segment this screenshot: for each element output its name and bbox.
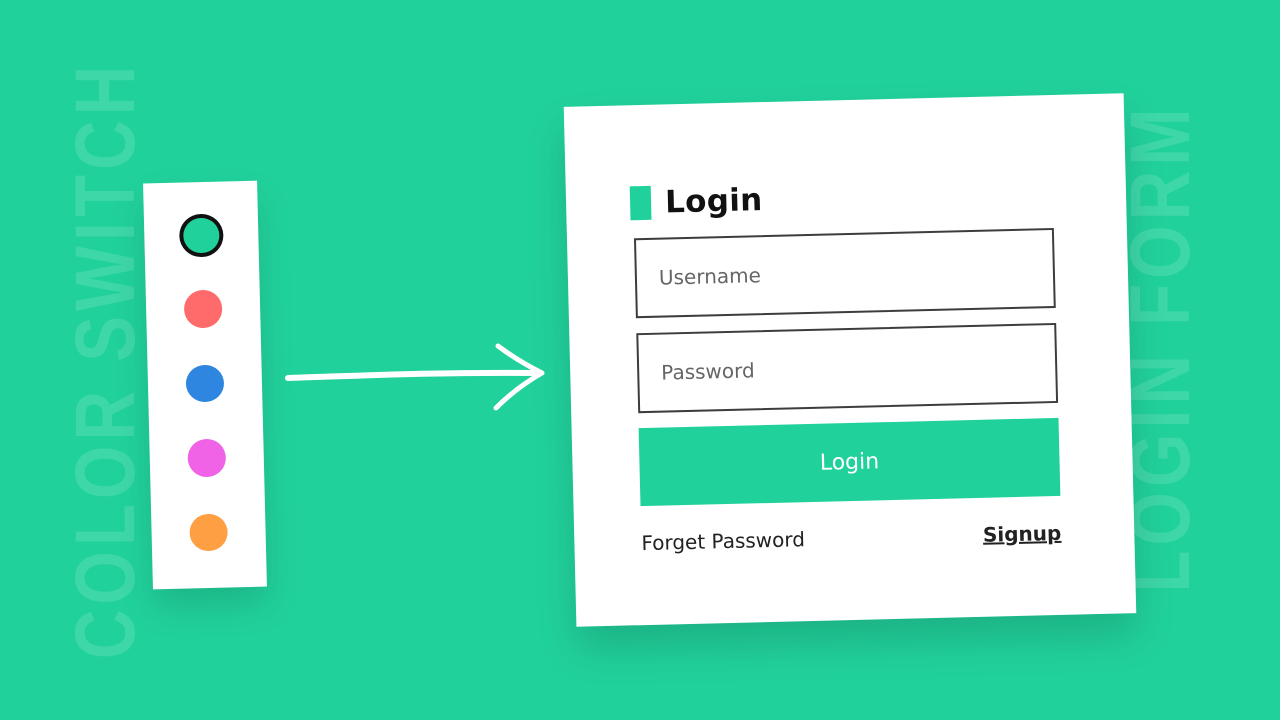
signup-link[interactable]: Signup bbox=[983, 521, 1062, 547]
swatch-green[interactable] bbox=[178, 213, 224, 258]
swatch-pink[interactable] bbox=[187, 438, 227, 478]
form-links: Forget Password Signup bbox=[641, 521, 1061, 555]
title-accent-bar bbox=[629, 185, 652, 221]
arrow-icon bbox=[285, 343, 545, 411]
swatch-red[interactable] bbox=[183, 289, 223, 329]
login-card: Login Login Forget Password Signup bbox=[563, 93, 1137, 627]
login-header: Login bbox=[629, 182, 763, 221]
username-field-wrapper bbox=[633, 227, 1056, 319]
username-input[interactable] bbox=[658, 230, 1054, 316]
bg-text-color-switch: COLOR SWITCH bbox=[58, 60, 152, 660]
login-button[interactable]: Login bbox=[638, 417, 1061, 507]
password-field-wrapper bbox=[636, 322, 1059, 414]
color-switch-panel bbox=[143, 180, 267, 590]
forget-password-link[interactable]: Forget Password bbox=[641, 527, 805, 555]
login-title: Login bbox=[664, 182, 763, 221]
swatch-blue[interactable] bbox=[185, 364, 225, 403]
password-input[interactable] bbox=[660, 325, 1057, 411]
swatch-orange[interactable] bbox=[189, 513, 229, 552]
